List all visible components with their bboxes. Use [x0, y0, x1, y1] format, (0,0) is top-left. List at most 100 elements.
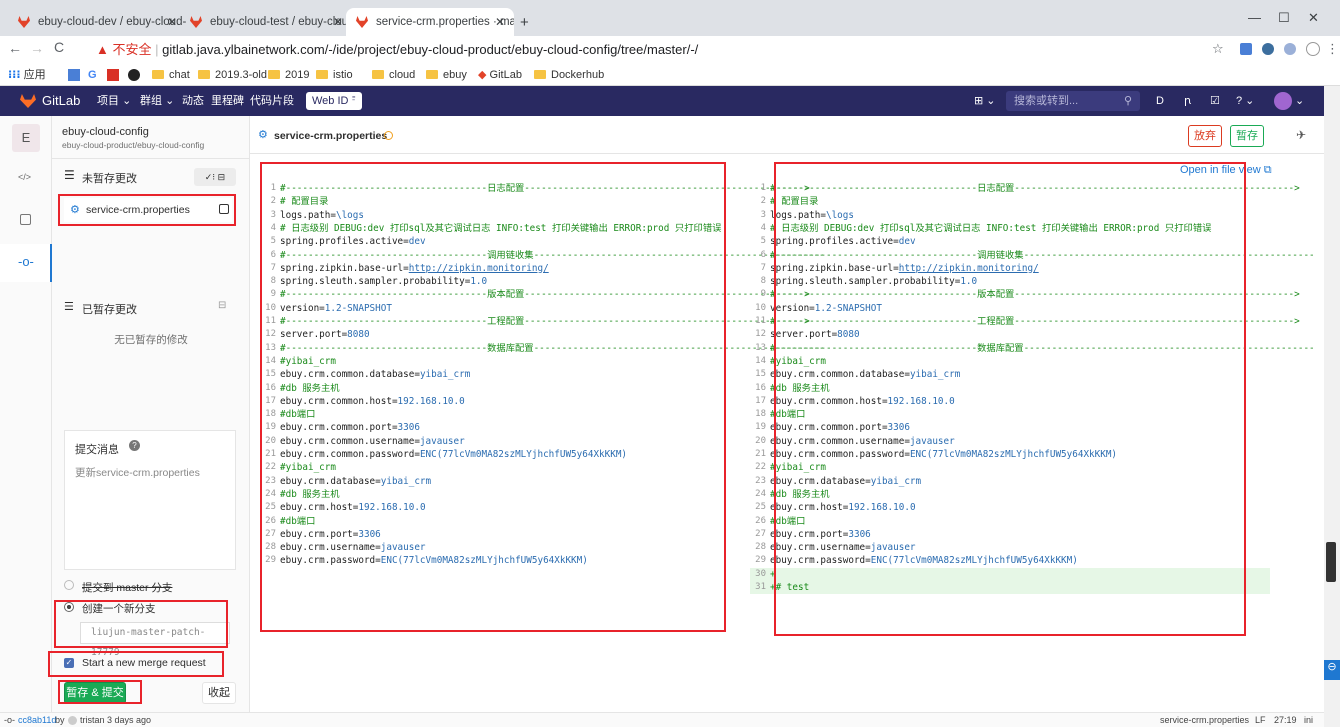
- project-name[interactable]: ebuy-cloud-config: [62, 126, 149, 138]
- bookmark-folder[interactable]: chat: [152, 64, 190, 86]
- bookmark-apps[interactable]: ⁝⁝⁝ 应用: [8, 64, 46, 86]
- issues-icon[interactable]: D: [1156, 86, 1164, 116]
- profile-icon[interactable]: [1306, 42, 1320, 56]
- bookmark-folder[interactable]: Dockerhub: [534, 64, 604, 86]
- extension-icon[interactable]: [1262, 43, 1274, 55]
- nav-groups[interactable]: 群组 ⌄: [140, 86, 174, 116]
- folder-icon: [316, 70, 328, 79]
- review-mode-icon[interactable]: [20, 214, 31, 225]
- line-number: 9: [760, 289, 766, 300]
- staged-list-icon: ☰: [64, 301, 74, 313]
- folder-icon: [152, 70, 164, 79]
- browser-tab[interactable]: ebuy-cloud-test / ebuy-cloud- ✕: [180, 8, 352, 36]
- nav-projects[interactable]: 项目 ⌄: [97, 86, 131, 116]
- radio-commit-master[interactable]: [64, 580, 74, 590]
- unstage-all-icon[interactable]: ⊟: [218, 300, 226, 311]
- gitlab-wordmark[interactable]: GitLab: [42, 86, 80, 116]
- line-number: 4: [760, 222, 766, 233]
- url-text: gitlab.java.ylbainetwork.com/-/ide/proje…: [162, 42, 699, 57]
- bookmark-folder[interactable]: ebuy: [426, 64, 467, 86]
- gitlab-favicon-icon: [190, 16, 202, 28]
- bookmark-folder[interactable]: istio: [316, 64, 353, 86]
- line-number: 3: [760, 209, 766, 220]
- line-number: 16: [755, 382, 766, 393]
- back-icon[interactable]: ←: [8, 40, 22, 56]
- close-tab-icon[interactable]: ✕: [167, 8, 177, 36]
- close-tab-icon[interactable]: ✕: [495, 8, 505, 36]
- minimize-icon[interactable]: —: [1248, 10, 1261, 25]
- line-number: 29: [755, 555, 766, 566]
- stage-button[interactable]: 暂存: [1230, 125, 1264, 147]
- scroll-thumb[interactable]: [1326, 542, 1336, 582]
- url-bar[interactable]: ▲ 不安全 | gitlab.java.ylbainetwork.com/-/i…: [90, 39, 1185, 61]
- editor-tab-bar: ⚙ service-crm.properties 放弃 暂存 ✈: [250, 116, 1324, 154]
- line-number: 24: [755, 488, 766, 499]
- help-icon[interactable]: ? ⌄: [1236, 86, 1254, 116]
- collapse-button[interactable]: 收起: [202, 682, 236, 704]
- forward-icon[interactable]: →: [30, 40, 44, 56]
- line-number: 1: [760, 183, 766, 193]
- stage-all-button[interactable]: ✓⁝ ⊟: [194, 168, 236, 186]
- bookmark-icon[interactable]: [68, 69, 80, 81]
- bookmark-gitlab[interactable]: ◆ GitLab: [478, 64, 522, 86]
- browser-tab-active[interactable]: service-crm.properties · maste ✕: [346, 8, 514, 36]
- page-scrollbar[interactable]: ⊖: [1324, 86, 1340, 727]
- commit-message-placeholder: 更新service-crm.properties: [75, 467, 200, 479]
- gitlab-favicon-icon: [356, 16, 368, 28]
- browser-tab[interactable]: ebuy-cloud-dev / ebuy-cloud- ✕: [8, 8, 186, 36]
- discard-button[interactable]: 放弃: [1188, 125, 1222, 147]
- warning-icon: ▲: [96, 42, 109, 57]
- status-author: tristan 3 days ago: [80, 715, 152, 725]
- new-item-icon[interactable]: ⊞ ⌄: [974, 86, 996, 116]
- commit-icon: -o-: [4, 715, 15, 725]
- nav-activity[interactable]: 动态: [182, 86, 204, 116]
- chevron-down-icon[interactable]: ⌄: [1295, 86, 1304, 116]
- search-input[interactable]: 搜索或转到... ⚲: [1006, 91, 1140, 111]
- help-icon[interactable]: ?: [129, 440, 140, 451]
- todos-icon[interactable]: ☑: [1210, 86, 1220, 116]
- gitlab-logo-icon[interactable]: [20, 94, 36, 108]
- bookmark-folder[interactable]: 2019: [268, 64, 309, 86]
- bookmark-folder[interactable]: 2019.3-old: [198, 64, 267, 86]
- line-number: 30: [755, 568, 766, 579]
- gitlab-favicon-icon: [18, 16, 30, 28]
- project-path: ebuy-cloud-product/ebuy-cloud-config: [62, 140, 205, 150]
- annotation-box: [774, 162, 1246, 636]
- editor-tab-filename[interactable]: service-crm.properties: [274, 130, 387, 142]
- avatar[interactable]: [1274, 92, 1292, 110]
- line-number: 20: [755, 435, 766, 446]
- bookmark-star-icon[interactable]: ☆: [1212, 41, 1224, 57]
- option-commit-master: 提交到 master 分支: [82, 582, 173, 594]
- bookmark-icon[interactable]: [107, 69, 119, 81]
- bookmark-folder[interactable]: cloud: [372, 64, 415, 86]
- chat-widget-icon[interactable]: ⊖: [1324, 660, 1340, 680]
- line-number: 6: [760, 249, 766, 260]
- line-number: 17: [755, 395, 766, 406]
- close-tab-icon[interactable]: ✕: [333, 8, 343, 36]
- commit-message-box[interactable]: 提交消息 ? 更新service-crm.properties: [64, 430, 236, 570]
- line-number: 15: [755, 369, 766, 380]
- project-avatar[interactable]: E: [12, 124, 40, 152]
- browser-menu-icon[interactable]: ⋮: [1326, 41, 1339, 57]
- reload-icon[interactable]: C: [54, 39, 64, 55]
- nav-milestones[interactable]: 里程碑: [211, 86, 244, 116]
- new-tab-icon[interactable]: +: [520, 14, 529, 31]
- nav-snippets[interactable]: 代码片段: [250, 86, 294, 116]
- commit-sha-link[interactable]: cc8ab11d: [18, 713, 56, 727]
- rocket-icon[interactable]: ✈: [1296, 128, 1306, 142]
- extension-icon[interactable]: [1284, 43, 1296, 55]
- extension-icon[interactable]: [1240, 43, 1252, 55]
- gitlab-logo-icon: ◆: [478, 69, 487, 81]
- line-number: 28: [755, 542, 766, 553]
- maximize-icon[interactable]: ☐: [1278, 10, 1290, 26]
- google-icon[interactable]: G: [88, 64, 97, 86]
- chart-icon[interactable]: ▙: [348, 86, 356, 116]
- close-window-icon[interactable]: ✕: [1308, 10, 1319, 26]
- modified-dot-icon: [384, 131, 393, 140]
- annotation-box: [58, 680, 142, 704]
- line-number: 21: [755, 449, 766, 459]
- unstaged-title: 未暂存更改: [82, 173, 137, 185]
- merge-requests-icon[interactable]: ꞃ: [1184, 86, 1191, 116]
- edit-mode-icon[interactable]: </>: [18, 172, 31, 182]
- github-icon[interactable]: [128, 69, 140, 81]
